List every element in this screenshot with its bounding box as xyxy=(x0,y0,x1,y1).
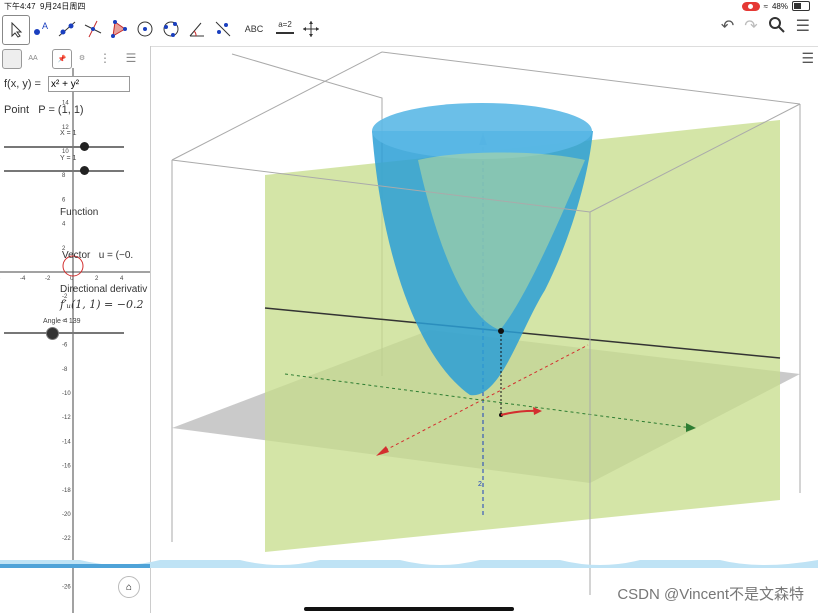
y-tick-label: -6 xyxy=(62,343,68,349)
style-icon[interactable]: AA xyxy=(24,49,42,67)
z-tick-label: 2 xyxy=(478,481,482,488)
view-style-icon[interactable]: ☰ xyxy=(801,50,814,67)
y-tick-label: 6 xyxy=(62,197,66,203)
angle-slider[interactable] xyxy=(4,327,124,340)
view-menu-icon[interactable]: ☰ xyxy=(122,49,140,67)
redo-icon[interactable]: ↷ xyxy=(744,16,757,39)
point-value: P = (1, 1) xyxy=(38,104,84,116)
home-icon[interactable]: ⌂ xyxy=(118,576,140,598)
cursor-tool-icon[interactable] xyxy=(2,15,30,45)
text-tool-icon[interactable]: ABC xyxy=(240,15,268,43)
undo-icon[interactable]: ↶ xyxy=(721,16,734,39)
x-tick-label: -4 xyxy=(20,276,26,282)
watermark: CSDN @Vincent不是文森特 xyxy=(617,586,804,603)
menu-icon[interactable]: ☰ xyxy=(796,16,810,39)
settings-icon[interactable]: ⚙ xyxy=(73,49,91,67)
y-tick-label: -22 xyxy=(62,536,71,542)
angle-tool-icon[interactable] xyxy=(184,15,210,43)
x-tick-label: -2 xyxy=(45,276,51,282)
pin-icon[interactable]: 📌 xyxy=(52,49,72,69)
battery-icon xyxy=(792,1,810,11)
wifi-icon: ≈ xyxy=(763,1,768,11)
point-tool-icon[interactable]: A xyxy=(28,15,54,43)
x-tick-label: 2 xyxy=(95,276,99,282)
directional-derivative-label: Directional derivativ xyxy=(60,284,148,295)
point-label: Point P = (1, 1) xyxy=(4,104,84,116)
polygon-tool-icon[interactable] xyxy=(106,15,132,43)
home-indicator xyxy=(304,607,514,611)
function-label: f(x, y) = xyxy=(4,78,41,90)
function-item: Function xyxy=(60,207,99,218)
y-tick-label: -8 xyxy=(62,367,68,373)
perpendicular-tool-icon[interactable] xyxy=(80,15,106,43)
toolbar: A ABC a=2 ↶ ↷ ☰ xyxy=(0,12,818,47)
graphics-toggle-icon[interactable] xyxy=(2,49,22,69)
more-icon[interactable]: ⋮ xyxy=(96,49,114,67)
y-tick-label: -10 xyxy=(62,391,71,397)
x-tick-label: 4 xyxy=(120,276,124,282)
conic-tool-icon[interactable] xyxy=(158,15,184,43)
battery-percent: 48% xyxy=(771,1,788,11)
slider-tool-label: a=2 xyxy=(278,20,292,29)
y-tick-label: -16 xyxy=(62,464,71,470)
x-slider-handle[interactable] xyxy=(80,142,89,151)
x-slider[interactable] xyxy=(4,142,124,151)
y-slider[interactable] xyxy=(4,166,124,175)
status-bar: 下午4:47 9月24日周四 ≈ 48% xyxy=(0,0,818,12)
status-time: 下午4:47 xyxy=(4,2,36,11)
algebra-panel: 161412108642-2-4-6-8-10-12-14-16-18-20-2… xyxy=(0,46,151,613)
line-tool-icon[interactable] xyxy=(54,15,80,43)
vector-value: u = (−0. xyxy=(98,250,134,261)
y-tick-label: 8 xyxy=(62,173,66,179)
y-tick-label: -12 xyxy=(62,415,71,421)
recording-icon xyxy=(741,1,760,11)
y-slider-handle[interactable] xyxy=(80,166,89,175)
svg-text:A: A xyxy=(42,21,48,31)
vector-label: Vector xyxy=(62,250,91,261)
reflect-tool-icon[interactable] xyxy=(210,15,236,43)
angle-slider-handle[interactable] xyxy=(46,327,59,340)
function-input[interactable]: x² + y² xyxy=(48,76,130,92)
y-slider-label: Y = 1 xyxy=(60,155,77,162)
x-tick-label: -6 xyxy=(0,276,1,282)
y-tick-label: 4 xyxy=(62,222,66,228)
vector-item: Vector u = (−0. xyxy=(62,250,133,261)
move-view-tool-icon[interactable] xyxy=(298,15,324,43)
y-tick-label: -18 xyxy=(62,488,71,494)
graphics-3d-view[interactable]: 2 ☰ xyxy=(150,46,818,613)
status-date: 9月24日周四 xyxy=(40,2,86,11)
slider-tool-icon[interactable]: a=2 xyxy=(272,15,298,43)
circle-tool-icon[interactable] xyxy=(132,15,158,43)
angle-slider-label: Angle = 139 xyxy=(43,318,81,325)
y-tick-label: -14 xyxy=(62,439,71,445)
point-label-text: Point xyxy=(4,104,30,116)
x-slider-label: X = 1 xyxy=(60,130,77,137)
y-tick-label: -20 xyxy=(62,512,71,518)
search-icon[interactable] xyxy=(768,16,786,39)
directional-derivative-value: f′ᵤ(1, 1) = −0.2 xyxy=(60,298,144,311)
